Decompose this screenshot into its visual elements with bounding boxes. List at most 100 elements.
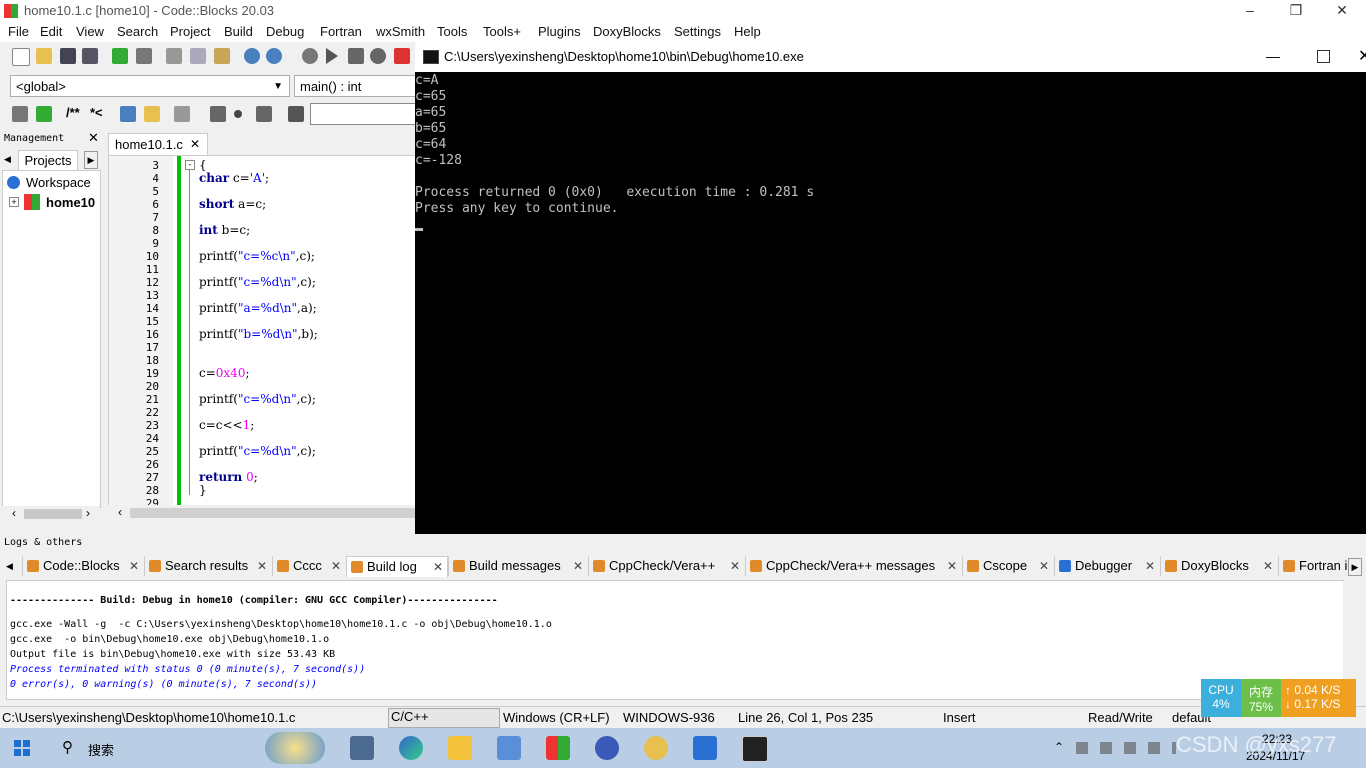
search-input[interactable] xyxy=(310,103,415,125)
close-tab-icon[interactable]: ✕ xyxy=(947,556,957,576)
store-icon[interactable] xyxy=(497,736,521,760)
tray-chevron-icon[interactable]: ⌃ xyxy=(1054,740,1064,754)
network-app-icon[interactable] xyxy=(693,736,717,760)
menu-item-search[interactable]: Search xyxy=(117,24,158,39)
menu-item-view[interactable]: View xyxy=(76,24,104,39)
open-icon[interactable] xyxy=(36,48,52,64)
log-tab-cppcheck-vera-messages[interactable]: CppCheck/Vera++ messages ✕ xyxy=(745,556,961,576)
menu-item-file[interactable]: File xyxy=(8,24,29,39)
editor-tab[interactable]: home10.1.c ✕ xyxy=(108,133,208,156)
console-maximize-button[interactable] xyxy=(1317,50,1330,63)
find-icon[interactable] xyxy=(244,48,260,64)
rebuild-icon[interactable] xyxy=(370,48,386,64)
app-icon-blue[interactable] xyxy=(595,736,619,760)
restore-button[interactable]: ❐ xyxy=(1273,0,1319,22)
log-tab-doxyblocks[interactable]: DoxyBlocks ✕ xyxy=(1160,556,1277,576)
management-close-icon[interactable]: ✕ xyxy=(88,130,99,146)
abort-icon[interactable] xyxy=(394,48,410,64)
scroll-right-icon[interactable]: › xyxy=(86,506,90,520)
log-tab-cccc[interactable]: Cccc ✕ xyxy=(272,556,345,576)
menu-item-doxyblocks[interactable]: DoxyBlocks xyxy=(593,24,661,39)
minimize-button[interactable]: – xyxy=(1227,0,1273,22)
blocks-icon[interactable] xyxy=(12,106,28,122)
build-icon[interactable] xyxy=(302,48,318,64)
paste-icon[interactable] xyxy=(214,48,230,64)
copy-icon[interactable] xyxy=(190,48,206,64)
paint-icon[interactable] xyxy=(644,736,668,760)
editor-hscrollbar[interactable]: ‹ xyxy=(108,505,415,521)
codeblocks-taskbar-icon[interactable] xyxy=(546,736,570,760)
close-tab-icon[interactable]: ✕ xyxy=(257,556,267,576)
log-tab-search-results[interactable]: Search results ✕ xyxy=(144,556,271,576)
menu-item-debug[interactable]: Debug xyxy=(266,24,304,39)
scope-combo[interactable]: <global> ▼ xyxy=(10,75,290,97)
save-icon[interactable] xyxy=(60,48,76,64)
task-view-icon[interactable] xyxy=(350,736,374,760)
cut-icon[interactable] xyxy=(166,48,182,64)
logs-scroll-right-button[interactable]: ▶ xyxy=(1348,558,1362,576)
settings-icon[interactable] xyxy=(174,106,190,122)
jump-icon[interactable] xyxy=(36,106,52,122)
mgmt-scroll-left-button[interactable]: ◀ xyxy=(4,151,16,167)
project-label[interactable]: home10 xyxy=(46,195,95,210)
menu-item-tools[interactable]: Tools+ xyxy=(483,24,521,39)
workspace-label[interactable]: Workspace xyxy=(26,175,91,190)
tree-hscrollbar[interactable]: ‹ › xyxy=(2,506,99,522)
menu-item-wxsmith[interactable]: wxSmith xyxy=(376,24,425,39)
menu-item-fortran[interactable]: Fortran xyxy=(320,24,362,39)
new-file-icon[interactable] xyxy=(12,48,30,66)
log-tab-build-messages[interactable]: Build messages ✕ xyxy=(448,556,587,576)
close-tab-icon[interactable]: ✕ xyxy=(1263,556,1273,576)
replace-icon[interactable] xyxy=(266,48,282,64)
close-tab-icon[interactable]: ✕ xyxy=(433,557,443,577)
menu-item-help[interactable]: Help xyxy=(734,24,761,39)
editor-scroll-thumb[interactable] xyxy=(130,508,415,518)
log-tab-code-blocks[interactable]: Code::Blocks ✕ xyxy=(22,556,143,576)
code-editor[interactable]: - 3 4 5 6 7 8 9 10 11 12 13 14 15 16 17 18 19 20 21 22 23 24 2… xyxy=(108,155,417,507)
doc-icon[interactable] xyxy=(120,106,136,122)
menu-item-plugins[interactable]: Plugins xyxy=(538,24,581,39)
close-tab-icon[interactable]: ✕ xyxy=(1145,556,1155,576)
comment-button[interactable]: /** xyxy=(66,105,80,120)
windows-start-icon[interactable] xyxy=(14,740,30,756)
editor-scroll-left-icon[interactable]: ‹ xyxy=(118,505,122,519)
console-minimize-button[interactable]: — xyxy=(1266,48,1280,64)
menu-item-edit[interactable]: Edit xyxy=(40,24,62,39)
build-run-icon[interactable] xyxy=(348,48,364,64)
close-tab-icon[interactable]: ✕ xyxy=(730,556,740,576)
console-window[interactable]: C:\Users\yexinsheng\Desktop\home10\bin\D… xyxy=(415,42,1366,552)
logs-scroll-left-button[interactable]: ◀ xyxy=(6,558,16,574)
run-icon[interactable] xyxy=(326,48,338,64)
edge-icon[interactable] xyxy=(399,736,423,760)
log-tab-cscope[interactable]: Cscope ✕ xyxy=(962,556,1053,576)
save-all-icon[interactable] xyxy=(82,48,98,64)
menu-item-settings[interactable]: Settings xyxy=(674,24,721,39)
console-taskbar-icon[interactable] xyxy=(742,736,768,762)
close-tab-icon[interactable]: ✕ xyxy=(190,137,200,151)
mgmt-scroll-right-button[interactable]: ▶ xyxy=(84,151,98,169)
close-button[interactable]: ✕ xyxy=(1319,0,1365,22)
clear-icon[interactable] xyxy=(288,106,304,122)
scroll-left-icon[interactable]: ‹ xyxy=(12,506,16,520)
stream-comment-button[interactable]: *< xyxy=(90,105,103,120)
expand-toggle[interactable]: + xyxy=(9,197,19,207)
step-forward-icon[interactable] xyxy=(256,106,272,122)
function-combo[interactable]: main() : int xyxy=(294,75,415,97)
log-tab-build-log[interactable]: Build log ✕ xyxy=(346,556,448,577)
close-tab-icon[interactable]: ✕ xyxy=(1039,556,1049,576)
scroll-thumb[interactable] xyxy=(24,509,82,519)
file-explorer-icon[interactable] xyxy=(448,736,472,760)
taskbar-search-box[interactable]: ⚲ 搜索 xyxy=(50,728,340,768)
close-tab-icon[interactable]: ✕ xyxy=(129,556,139,576)
menu-item-project[interactable]: Project xyxy=(170,24,210,39)
close-tab-icon[interactable]: ✕ xyxy=(573,556,583,576)
tab-projects[interactable]: Projects xyxy=(18,150,78,172)
log-tab-debugger[interactable]: Debugger ✕ xyxy=(1054,556,1159,576)
close-tab-icon[interactable]: ✕ xyxy=(331,556,341,576)
undo-icon[interactable] xyxy=(112,48,128,64)
console-close-button[interactable]: ✕ xyxy=(1358,46,1366,66)
help-icon[interactable] xyxy=(144,106,160,122)
log-tab-cppcheck-vera-[interactable]: CppCheck/Vera++ ✕ xyxy=(588,556,744,576)
menu-item-tools[interactable]: Tools xyxy=(437,24,467,39)
menu-item-build[interactable]: Build xyxy=(224,24,253,39)
